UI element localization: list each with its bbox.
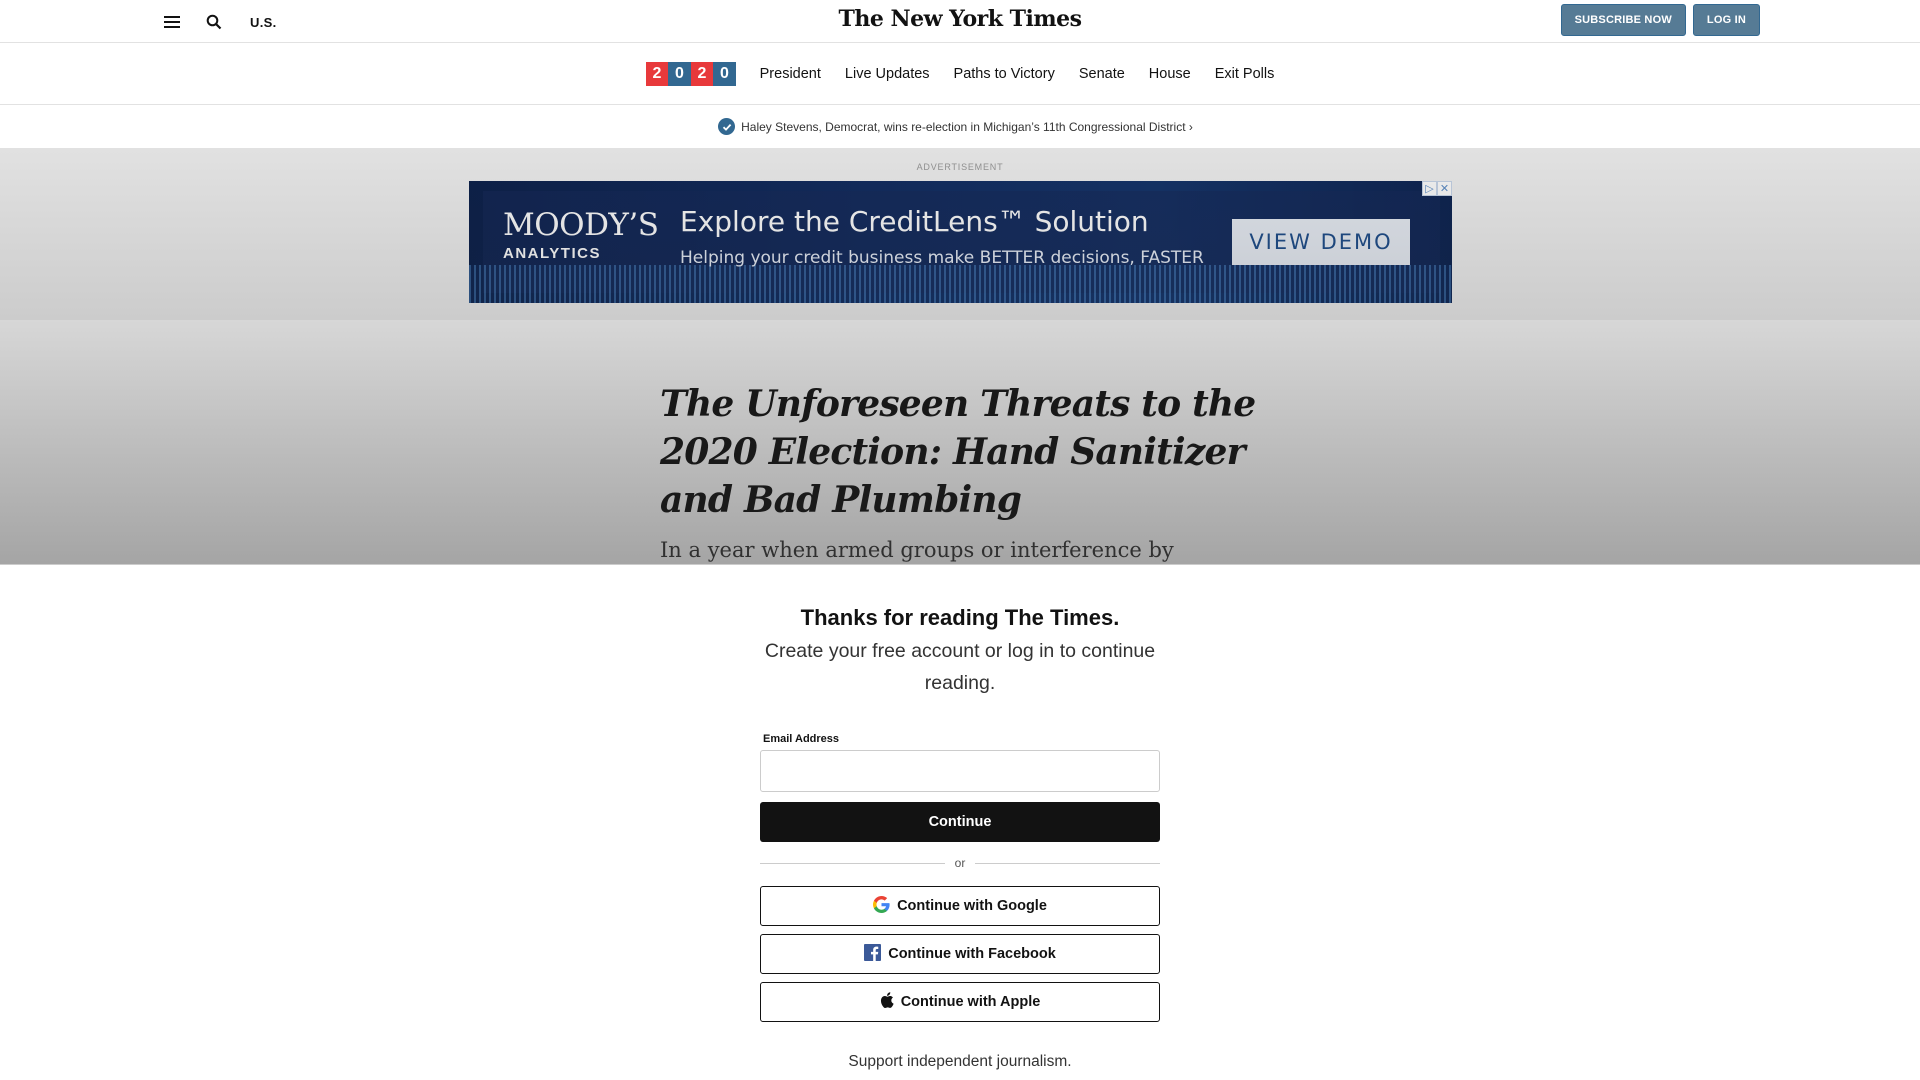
google-button-label: Continue with Google (897, 898, 1047, 914)
divider-line (975, 862, 1161, 864)
continue-with-google-button[interactable]: Continue with Google (760, 886, 1160, 926)
nav-link-senate[interactable]: Senate (1079, 66, 1125, 82)
ad-label: ADVERTISEMENT (916, 162, 1004, 172)
apple-button-label: Continue with Apple (900, 994, 1041, 1010)
badge-digit: 2 (690, 61, 714, 86)
results-ticker: Haley Stevens, Democrat, wins re-electio… (0, 105, 1920, 148)
election-2020-badge[interactable]: 2 0 2 0 (645, 61, 736, 86)
or-label: or (954, 856, 966, 870)
email-field[interactable] (760, 750, 1160, 792)
modal-title: Thanks for reading The Times. (800, 605, 1120, 630)
modal-subtitle: Create your free account or log in to co… (764, 640, 1156, 694)
or-divider: or (760, 855, 1161, 871)
subscribe-button[interactable]: SUBSCRIBE NOW (1560, 4, 1686, 36)
badge-digit: 0 (668, 61, 691, 86)
ticker-item[interactable]: Haley Stevens, Democrat, wins re-electio… (718, 118, 1193, 135)
ad-controls: ▷ ✕ (1422, 181, 1452, 196)
masthead-right: SUBSCRIBE NOW LOG IN (1560, 4, 1760, 36)
nav-link-paths-to-victory[interactable]: Paths to Victory (954, 66, 1055, 82)
ad-brand: MOODY’S (503, 207, 659, 243)
article-summary: In a year when armed groups or interfere… (660, 538, 1174, 564)
ad-headline: Explore the CreditLens™ Solution (680, 205, 1149, 238)
login-button[interactable]: LOG IN (1692, 4, 1760, 36)
ad-zone: ADVERTISEMENT MOODY’S ANALYTICS Explore … (0, 148, 1920, 320)
badge-digit: 0 (713, 61, 736, 86)
email-label: Email Address (763, 733, 840, 745)
ad-brand-sub: ANALYTICS (503, 245, 601, 262)
ad-banner[interactable]: MOODY’S ANALYTICS Explore the CreditLens… (469, 181, 1452, 303)
ad-subline: Helping your credit business make BETTER… (680, 248, 1204, 268)
ticker-text: Haley Stevens, Democrat, wins re-electio… (741, 119, 1193, 134)
nav-link-president[interactable]: President (760, 66, 821, 82)
facebook-icon (864, 943, 882, 965)
google-icon (873, 895, 890, 917)
masthead: U.S. The New York Times SUBSCRIBE NOW LO… (0, 0, 1920, 43)
facebook-button-label: Continue with Facebook (888, 946, 1056, 962)
ad-close-icon[interactable]: ✕ (1437, 181, 1452, 196)
article: The Unforeseen Threats to the 2020 Elect… (0, 320, 1920, 564)
nav-link-house[interactable]: House (1149, 66, 1191, 82)
continue-with-apple-button[interactable]: Continue with Apple (760, 982, 1160, 1022)
ad-choices-icon[interactable]: ▷ (1422, 181, 1437, 196)
checkmark-icon (718, 118, 736, 135)
election-nav: 2 0 2 0 President Live Updates Paths to … (0, 43, 1920, 105)
ad-view-demo-button[interactable]: VIEW DEMO (1232, 219, 1410, 265)
ad-decoration (469, 265, 1452, 303)
nav-link-exit-polls[interactable]: Exit Polls (1215, 66, 1275, 82)
apple-icon (880, 992, 894, 1012)
registration-modal: Thanks for reading The Times. Create you… (0, 564, 1920, 1080)
divider-line (760, 862, 945, 864)
continue-button[interactable]: Continue (760, 802, 1160, 842)
article-headline: The Unforeseen Threats to the 2020 Elect… (660, 383, 1256, 521)
badge-digit: 2 (645, 61, 669, 86)
continue-with-facebook-button[interactable]: Continue with Facebook (760, 934, 1160, 974)
nav-link-live-updates[interactable]: Live Updates (845, 66, 930, 82)
support-text: Support independent journalism. (848, 1053, 1072, 1070)
